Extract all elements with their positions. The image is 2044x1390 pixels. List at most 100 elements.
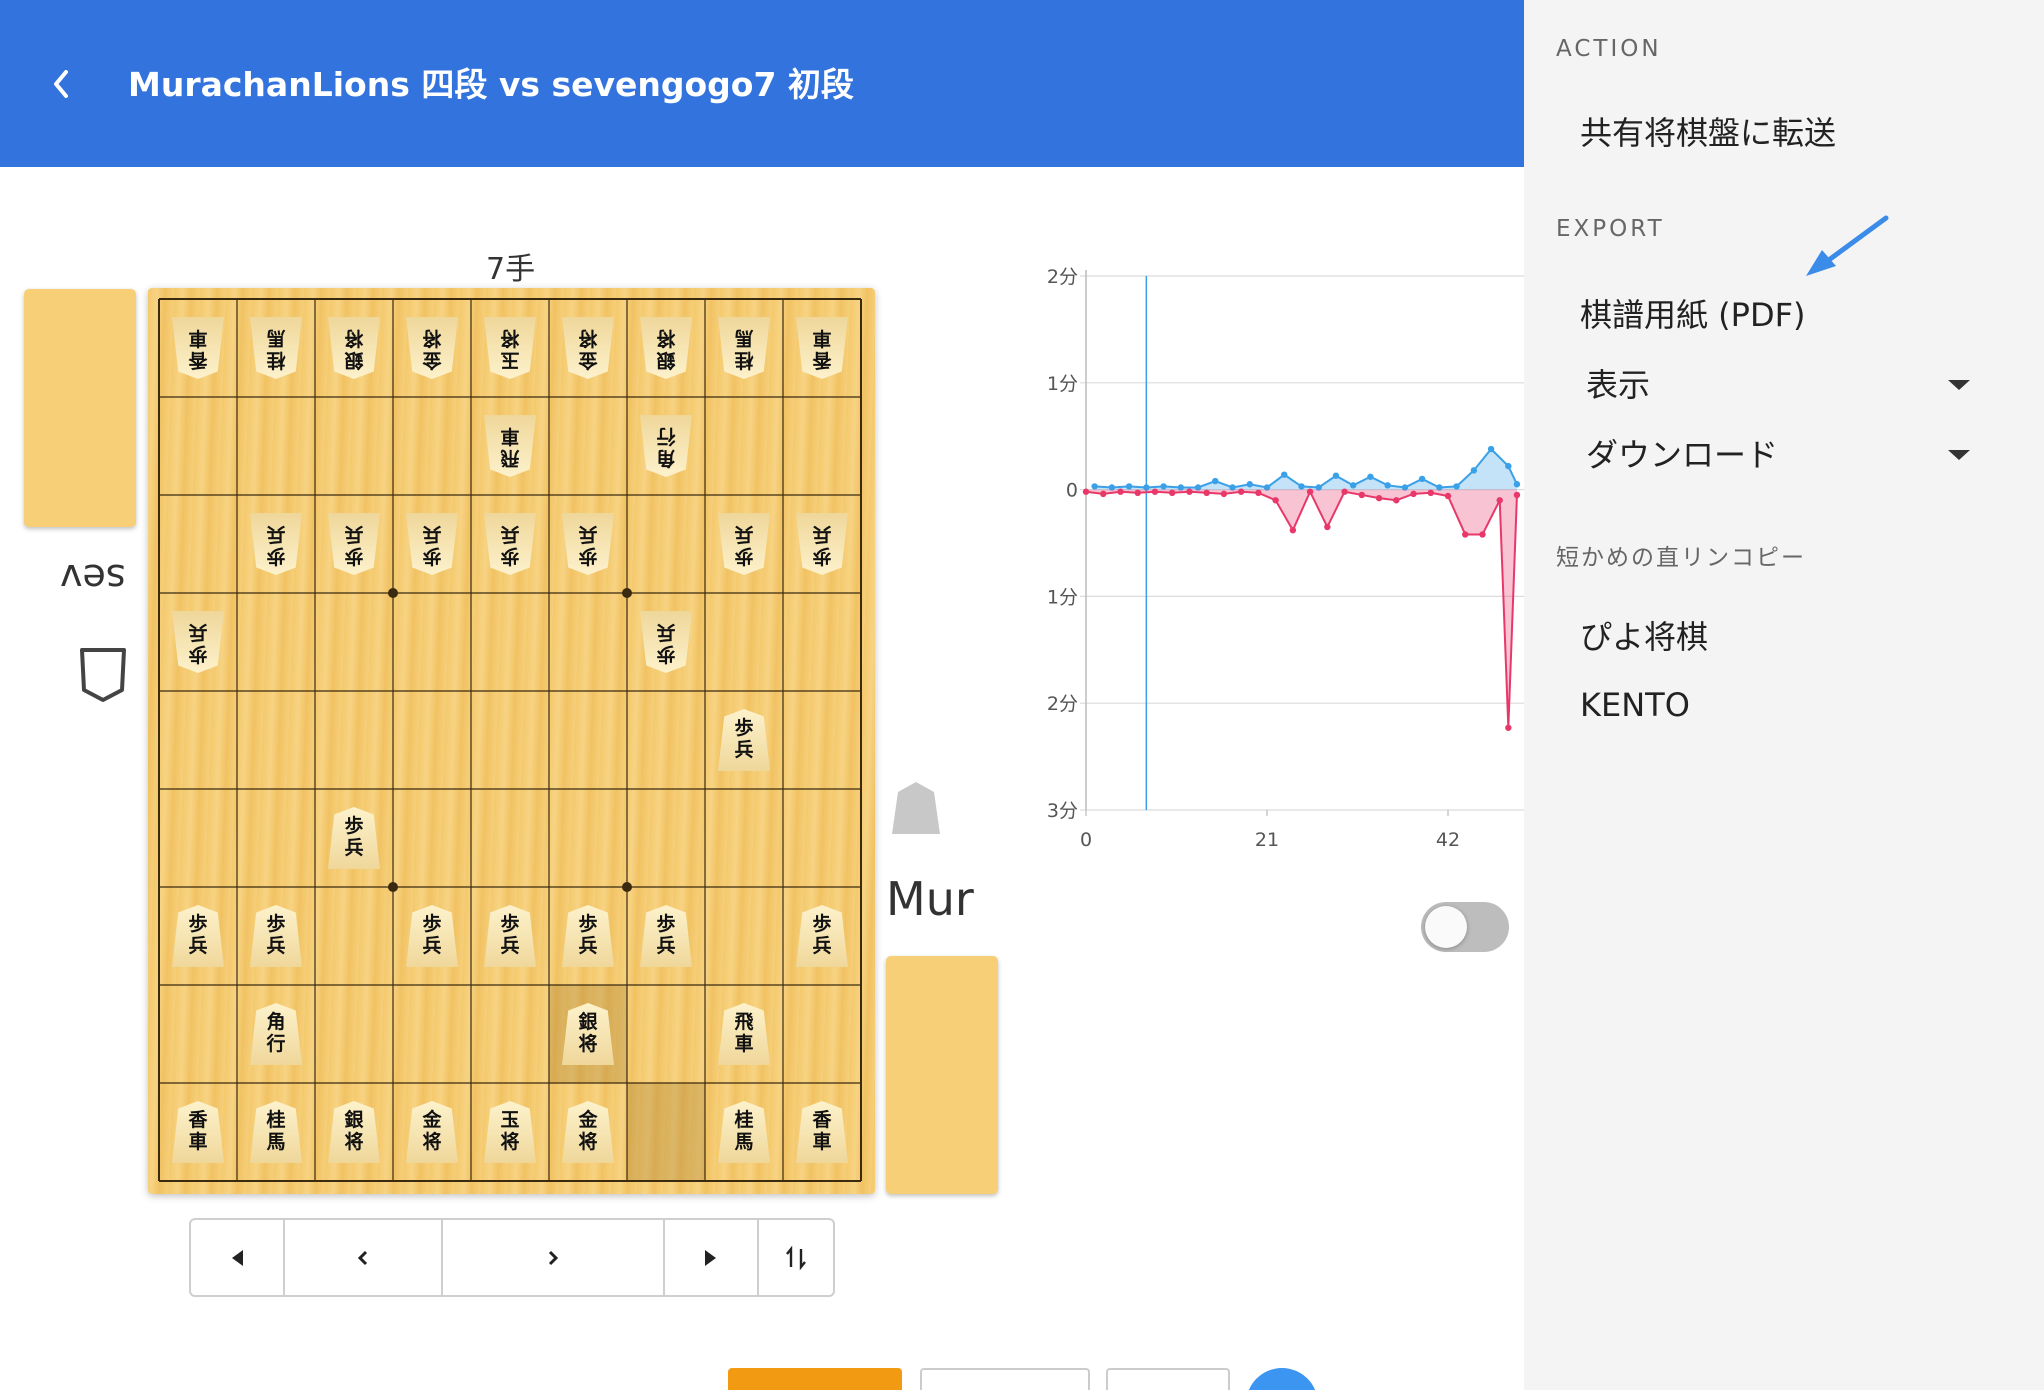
- sente-piece[interactable]: 金将: [562, 1101, 614, 1163]
- piece-label: 歩兵: [734, 717, 754, 761]
- transfer-to-shared-board-item[interactable]: 共有将棋盤に転送: [1580, 108, 1836, 154]
- y-tick-label: 2分: [1047, 693, 1078, 715]
- gote-piece[interactable]: 歩兵: [640, 611, 692, 673]
- sente-piece[interactable]: 歩兵: [172, 905, 224, 967]
- sente-piece[interactable]: 歩兵: [250, 905, 302, 967]
- flip-board-button[interactable]: [759, 1220, 833, 1295]
- data-point: [1427, 489, 1434, 497]
- gote-piece[interactable]: 玉将: [484, 317, 536, 379]
- floating-action-button[interactable]: [1246, 1368, 1318, 1390]
- sente-piece[interactable]: 飛車: [718, 1003, 770, 1065]
- gote-piece[interactable]: 歩兵: [172, 611, 224, 673]
- star-point: [388, 882, 398, 892]
- gote-piece[interactable]: 角行: [640, 415, 692, 477]
- piece-label: 歩兵: [266, 523, 286, 567]
- piece-label: 金将: [578, 327, 598, 371]
- chart-toggle-switch[interactable]: [1421, 902, 1509, 952]
- gote-piece[interactable]: 歩兵: [250, 513, 302, 575]
- gote-piece[interactable]: 歩兵: [484, 513, 536, 575]
- back-icon[interactable]: [42, 60, 82, 108]
- gote-piece[interactable]: 金将: [406, 317, 458, 379]
- sente-piece[interactable]: 銀将: [562, 1003, 614, 1065]
- gote-piece[interactable]: 歩兵: [562, 513, 614, 575]
- piece-label: 歩兵: [812, 523, 832, 567]
- data-point: [1306, 488, 1314, 495]
- gote-turn-icon: [80, 648, 126, 702]
- gote-piece-stand[interactable]: [24, 289, 136, 527]
- data-point: [1470, 467, 1478, 474]
- data-point: [1349, 482, 1357, 489]
- sente-piece[interactable]: 玉将: [484, 1101, 536, 1163]
- gote-piece[interactable]: 歩兵: [718, 513, 770, 575]
- piece-label: 金将: [578, 1109, 598, 1153]
- piece-label: 香車: [812, 1109, 832, 1153]
- gote-piece[interactable]: 銀将: [328, 317, 380, 379]
- sente-piece[interactable]: 歩兵: [406, 905, 458, 967]
- gote-piece[interactable]: 桂馬: [718, 317, 770, 379]
- sente-piece[interactable]: 歩兵: [484, 905, 536, 967]
- gote-piece[interactable]: 香車: [172, 317, 224, 379]
- shogi-board[interactable]: 香車桂馬銀将金将玉将金将銀将桂馬香車飛車角行歩兵歩兵歩兵歩兵歩兵歩兵歩兵歩兵歩兵…: [148, 288, 875, 1194]
- export-section-header: EXPORT: [1556, 216, 1665, 242]
- sente-piece[interactable]: 銀将: [328, 1101, 380, 1163]
- last-move-button[interactable]: [665, 1220, 759, 1295]
- piece-label: 歩兵: [344, 815, 364, 859]
- sente-piece[interactable]: 金将: [406, 1101, 458, 1163]
- data-point: [1367, 473, 1374, 480]
- download-menu-item[interactable]: ダウンロード: [1586, 430, 1778, 476]
- piece-label: 香車: [188, 327, 208, 371]
- sente-piece[interactable]: 歩兵: [640, 905, 692, 967]
- sente-turn-icon: [892, 782, 940, 834]
- bottom-action-button-3[interactable]: [1106, 1368, 1230, 1390]
- sente-piece[interactable]: 香車: [172, 1101, 224, 1163]
- sente-piece-stand[interactable]: [886, 956, 998, 1194]
- kento-item[interactable]: KENTO: [1580, 686, 1690, 724]
- piyo-shogi-item[interactable]: ぴよ将棋: [1580, 612, 1708, 658]
- piece-label: 角行: [266, 1011, 286, 1055]
- data-point: [1453, 483, 1460, 490]
- piece-label: 香車: [812, 327, 832, 371]
- prev-move-button[interactable]: [285, 1220, 443, 1295]
- action-section-header: ACTION: [1556, 36, 1662, 62]
- sente-piece[interactable]: 桂馬: [718, 1101, 770, 1163]
- next-move-button[interactable]: [443, 1220, 665, 1295]
- data-point: [1151, 488, 1159, 495]
- gote-piece[interactable]: 香車: [796, 317, 848, 379]
- kifu-pdf-item[interactable]: 棋譜用紙 (PDF): [1580, 290, 1806, 336]
- download-chevron-down-icon[interactable]: [1948, 450, 1970, 460]
- y-tick-label: 1分: [1047, 373, 1078, 395]
- sente-piece[interactable]: 歩兵: [796, 905, 848, 967]
- sente-piece[interactable]: 桂馬: [250, 1101, 302, 1163]
- sente-piece[interactable]: 角行: [250, 1003, 302, 1065]
- bottom-action-button-1[interactable]: [728, 1368, 902, 1390]
- sente-piece[interactable]: 歩兵: [718, 709, 770, 771]
- toggle-knob: [1425, 906, 1467, 948]
- gote-piece[interactable]: 金将: [562, 317, 614, 379]
- star-point: [622, 588, 632, 598]
- gote-piece[interactable]: 桂馬: [250, 317, 302, 379]
- data-point: [1281, 471, 1288, 478]
- piece-label: 歩兵: [578, 913, 598, 957]
- display-chevron-down-icon[interactable]: [1948, 380, 1970, 390]
- sente-piece[interactable]: 歩兵: [328, 807, 380, 869]
- data-point: [1255, 489, 1262, 497]
- sente-piece[interactable]: 香車: [796, 1101, 848, 1163]
- move-number-label: 7手: [486, 252, 536, 287]
- data-point: [1393, 497, 1400, 504]
- gote-piece[interactable]: 飛車: [484, 415, 536, 477]
- piece-label: 歩兵: [188, 621, 208, 665]
- first-move-button[interactable]: [191, 1220, 285, 1295]
- sente-piece[interactable]: 歩兵: [562, 905, 614, 967]
- bottom-action-button-2[interactable]: [920, 1368, 1090, 1390]
- display-menu-item[interactable]: 表示: [1586, 360, 1650, 406]
- piece-label: 歩兵: [344, 523, 364, 567]
- data-point: [1134, 489, 1141, 497]
- gote-piece[interactable]: 歩兵: [328, 513, 380, 575]
- time-chart[interactable]: 2分 1分 0 1分 2分 3分 0 21 42: [1010, 250, 1524, 870]
- gote-piece[interactable]: 歩兵: [406, 513, 458, 575]
- gote-piece[interactable]: 銀将: [640, 317, 692, 379]
- gote-piece[interactable]: 歩兵: [796, 513, 848, 575]
- piece-label: 歩兵: [266, 913, 286, 957]
- data-point: [1298, 483, 1305, 490]
- piece-label: 歩兵: [734, 523, 754, 567]
